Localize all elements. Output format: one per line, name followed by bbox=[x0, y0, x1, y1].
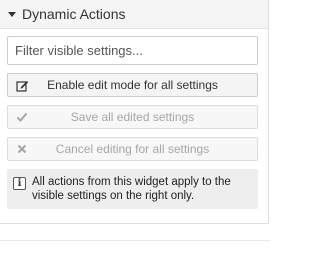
filter-settings-input[interactable] bbox=[7, 36, 258, 65]
widget-header[interactable]: Dynamic Actions bbox=[0, 0, 268, 29]
close-icon bbox=[15, 142, 29, 156]
save-all-button[interactable]: Save all edited settings bbox=[7, 105, 258, 129]
enable-edit-mode-label: Enable edit mode for all settings bbox=[47, 78, 218, 92]
cancel-editing-label: Cancel editing for all settings bbox=[55, 142, 210, 156]
info-icon: i bbox=[13, 177, 26, 190]
info-note: i All actions from this widget apply to … bbox=[7, 169, 258, 209]
save-all-label: Save all edited settings bbox=[70, 110, 195, 124]
divider bbox=[0, 240, 270, 241]
info-text: All actions from this widget apply to th… bbox=[32, 176, 231, 202]
check-icon bbox=[15, 110, 29, 124]
edit-icon bbox=[15, 78, 29, 92]
enable-edit-mode-button[interactable]: Enable edit mode for all settings bbox=[7, 73, 258, 97]
widget-title: Dynamic Actions bbox=[22, 6, 126, 22]
dynamic-actions-widget: Dynamic Actions Enable edit mode for all… bbox=[0, 0, 269, 224]
caret-down-icon[interactable] bbox=[8, 12, 16, 17]
cancel-editing-button[interactable]: Cancel editing for all settings bbox=[7, 137, 258, 161]
